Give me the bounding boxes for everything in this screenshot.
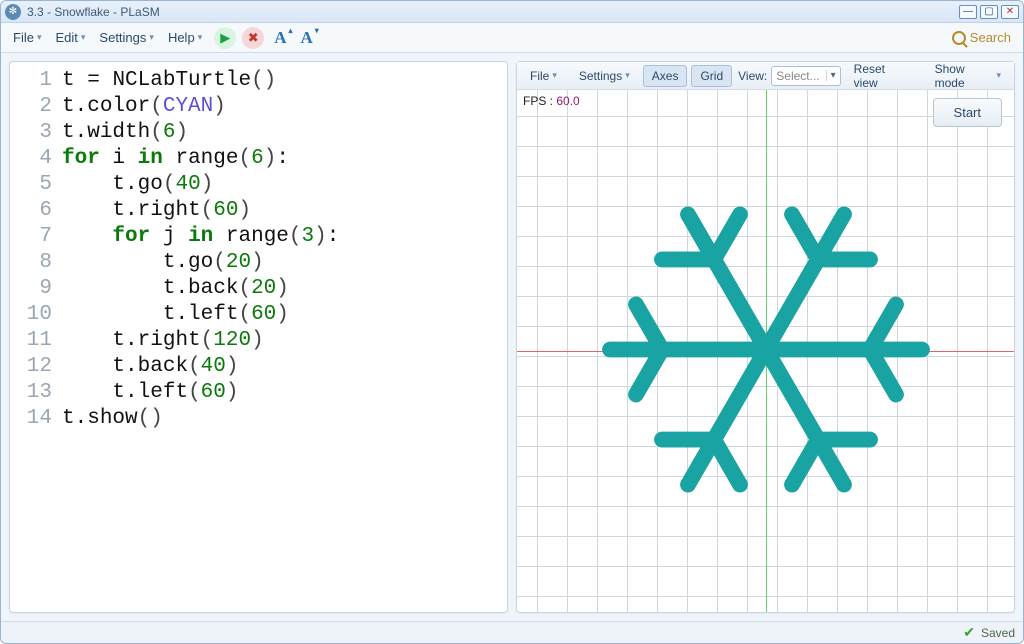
- content: 1t = NCLabTurtle()2t.color(CYAN)3t.width…: [1, 53, 1023, 621]
- editor-line: 10 t.left(60): [10, 302, 507, 328]
- app-icon: ✻: [5, 4, 21, 20]
- viewer-menu-settings[interactable]: Settings▾: [570, 65, 639, 87]
- line-number: 10: [10, 302, 60, 328]
- editor-line: 11 t.right(120): [10, 328, 507, 354]
- editor-line: 5 t.go(40): [10, 172, 507, 198]
- line-number: 13: [10, 380, 60, 406]
- line-number: 2: [10, 94, 60, 120]
- close-button[interactable]: ✕: [1001, 5, 1019, 19]
- axes-toggle[interactable]: Axes: [643, 65, 688, 87]
- viewer-toolbar: File▾ Settings▾ Axes Grid View: Select..…: [517, 62, 1014, 90]
- stop-button[interactable]: ✖: [242, 27, 264, 49]
- chevron-down-icon: ▾: [81, 32, 86, 43]
- viewer-menu-file[interactable]: File▾: [521, 65, 566, 87]
- line-number: 5: [10, 172, 60, 198]
- font-decrease-button[interactable]: A▾: [297, 28, 317, 48]
- line-code[interactable]: t.color(CYAN): [60, 94, 507, 120]
- minimize-button[interactable]: —: [959, 5, 977, 19]
- editor-line: 2t.color(CYAN): [10, 94, 507, 120]
- line-number: 11: [10, 328, 60, 354]
- font-increase-button[interactable]: A▴: [270, 28, 290, 48]
- line-number: 3: [10, 120, 60, 146]
- view-label: View:: [738, 69, 767, 83]
- line-code[interactable]: t.go(20): [60, 250, 507, 276]
- menu-settings[interactable]: Settings▾: [93, 26, 160, 49]
- show-mode-menu[interactable]: Show mode▾: [926, 58, 1010, 94]
- editor-line: 8 t.go(20): [10, 250, 507, 276]
- line-code[interactable]: t.width(6): [60, 120, 507, 146]
- line-code[interactable]: for i in range(6):: [60, 146, 507, 172]
- menu-edit[interactable]: Edit▾: [49, 26, 91, 49]
- reset-view-button[interactable]: Reset view: [845, 58, 918, 94]
- chevron-down-icon: ▾: [996, 70, 1001, 81]
- editor-line: 9 t.back(20): [10, 276, 507, 302]
- chevron-down-icon: ▾: [149, 32, 154, 43]
- line-code[interactable]: t.right(120): [60, 328, 507, 354]
- line-number: 8: [10, 250, 60, 276]
- line-code[interactable]: t.show(): [60, 406, 507, 432]
- viewer-pane: File▾ Settings▾ Axes Grid View: Select..…: [516, 61, 1015, 613]
- run-button[interactable]: ▶: [214, 27, 236, 49]
- line-number: 7: [10, 224, 60, 250]
- menu-file[interactable]: File▾: [7, 26, 47, 49]
- titlebar: ✻ 3.3 - Snowflake - PLaSM — ▢ ✕: [1, 1, 1023, 23]
- start-button[interactable]: Start: [933, 98, 1002, 127]
- editor-line: 3t.width(6): [10, 120, 507, 146]
- search-button[interactable]: Search: [946, 26, 1017, 49]
- viewer-canvas[interactable]: FPS : 60.0 Start: [517, 90, 1014, 612]
- line-code[interactable]: t.back(20): [60, 276, 507, 302]
- line-number: 1: [10, 68, 60, 94]
- line-number: 6: [10, 198, 60, 224]
- saved-label: Saved: [981, 626, 1015, 640]
- editor-line: 6 t.right(60): [10, 198, 507, 224]
- chevron-down-icon: ▾: [625, 70, 630, 81]
- line-number: 9: [10, 276, 60, 302]
- line-code[interactable]: t.left(60): [60, 380, 507, 406]
- editor-line: 13 t.left(60): [10, 380, 507, 406]
- line-number: 12: [10, 354, 60, 380]
- arrow-down-icon: ▾: [315, 26, 319, 35]
- status-bar: ✔ Saved: [1, 621, 1023, 643]
- line-code[interactable]: for j in range(3):: [60, 224, 507, 250]
- line-number: 4: [10, 146, 60, 172]
- chevron-down-icon: ▾: [198, 32, 203, 43]
- line-code[interactable]: t = NCLabTurtle(): [60, 68, 507, 94]
- editor-line: 14t.show(): [10, 406, 507, 432]
- line-code[interactable]: t.go(40): [60, 172, 507, 198]
- editor-line: 12 t.back(40): [10, 354, 507, 380]
- check-icon: ✔: [963, 624, 975, 641]
- arrow-up-icon: ▴: [288, 26, 292, 35]
- line-number: 14: [10, 406, 60, 432]
- grid-toggle[interactable]: Grid: [691, 65, 732, 87]
- view-select[interactable]: Select...▾: [771, 66, 840, 86]
- line-code[interactable]: t.right(60): [60, 198, 507, 224]
- menubar: File▾ Edit▾ Settings▾ Help▾ ▶ ✖ A▴ A▾ Se…: [1, 23, 1023, 53]
- code-editor[interactable]: 1t = NCLabTurtle()2t.color(CYAN)3t.width…: [10, 62, 507, 438]
- editor-line: 7 for j in range(3):: [10, 224, 507, 250]
- search-label: Search: [970, 30, 1011, 45]
- chevron-down-icon: ▾: [37, 32, 42, 43]
- editor-line: 1t = NCLabTurtle(): [10, 68, 507, 94]
- line-code[interactable]: t.left(60): [60, 302, 507, 328]
- editor-pane: 1t = NCLabTurtle()2t.color(CYAN)3t.width…: [9, 61, 508, 613]
- snowflake-drawing: [566, 150, 966, 553]
- menu-help[interactable]: Help▾: [162, 26, 208, 49]
- window-title: 3.3 - Snowflake - PLaSM: [27, 5, 956, 19]
- fps-readout: FPS : 60.0: [523, 94, 580, 108]
- chevron-down-icon: ▾: [552, 70, 557, 81]
- line-code[interactable]: t.back(40): [60, 354, 507, 380]
- editor-line: 4for i in range(6):: [10, 146, 507, 172]
- maximize-button[interactable]: ▢: [980, 5, 998, 19]
- chevron-down-icon: ▾: [826, 70, 836, 81]
- search-icon: [952, 31, 966, 45]
